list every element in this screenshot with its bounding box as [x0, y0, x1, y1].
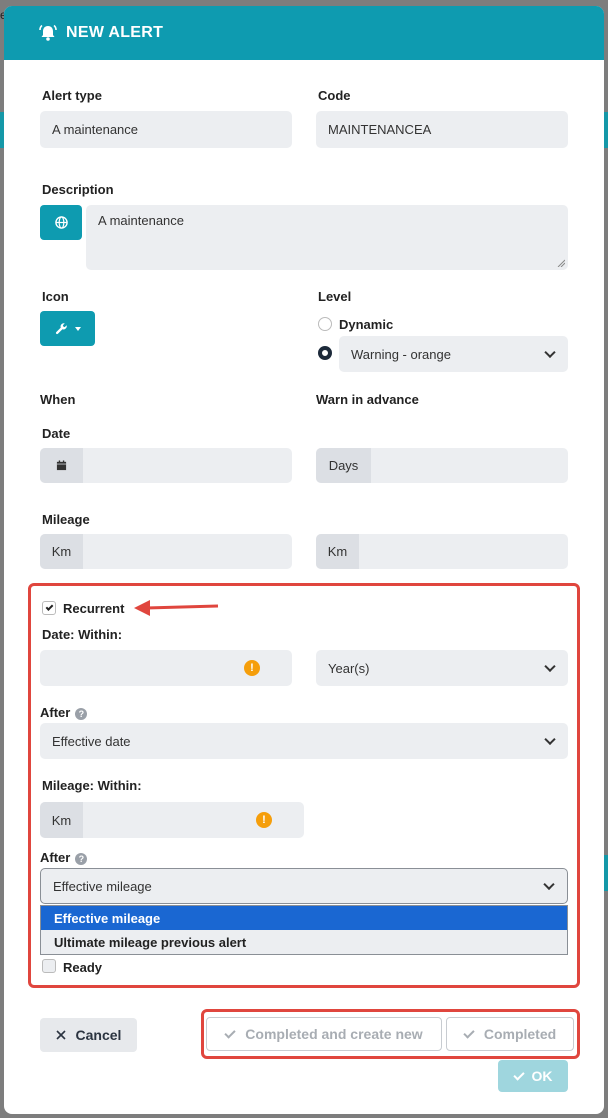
ok-button-label: OK	[531, 1068, 553, 1084]
date-label: Date	[42, 426, 71, 441]
caret-down-icon	[74, 326, 81, 331]
description-value: A maintenance	[98, 213, 185, 228]
chevron-down-icon	[544, 346, 556, 359]
language-button[interactable]	[40, 205, 82, 240]
check-icon	[512, 1068, 525, 1081]
calendar-icon	[56, 460, 67, 471]
dropdown-option-ultimate-mileage[interactable]: Ultimate mileage previous alert	[41, 930, 567, 954]
calendar-addon[interactable]	[40, 448, 83, 483]
level-select-value: Warning - orange	[351, 346, 451, 362]
code-value: MAINTENANCEA	[328, 122, 432, 137]
alert-type-value: A maintenance	[52, 122, 139, 137]
ready-label: Ready	[63, 960, 103, 975]
km-addon-right: Km	[316, 534, 359, 569]
check-icon	[224, 1026, 236, 1039]
code-input[interactable]: MAINTENANCEA	[316, 111, 568, 148]
chevron-down-icon	[544, 660, 556, 673]
cancel-button-label: Cancel	[75, 1027, 122, 1043]
close-icon	[55, 1030, 66, 1040]
completed-and-create-new-label: Completed and create new	[245, 1026, 423, 1042]
after-date-value: Effective date	[52, 733, 131, 749]
mileage-within-input[interactable]: Km !	[40, 802, 304, 838]
after-mileage-value: Effective mileage	[53, 878, 152, 894]
description-textarea[interactable]: A maintenance	[86, 205, 568, 270]
icon-picker-button[interactable]	[40, 311, 95, 346]
globe-icon	[54, 216, 68, 229]
warn-in-advance-label: Warn in advance	[316, 392, 419, 407]
bell-icon	[39, 24, 57, 41]
level-label: Level	[318, 289, 352, 304]
description-label: Description	[42, 182, 114, 197]
modal-title: NEW ALERT	[66, 24, 164, 41]
resize-handle-icon[interactable]	[557, 259, 565, 267]
check-icon	[45, 603, 53, 611]
code-label: Code	[318, 88, 351, 103]
warning-icon: !	[256, 812, 272, 828]
recurrent-label: Recurrent	[63, 601, 125, 616]
chevron-down-icon	[543, 878, 555, 891]
cancel-button[interactable]: Cancel	[40, 1018, 137, 1052]
days-addon: Days	[316, 448, 371, 483]
recurrent-checkbox[interactable]	[42, 601, 56, 615]
mileage-in-advance-input[interactable]: Km	[316, 534, 568, 569]
after-date-select[interactable]: Effective date	[40, 723, 568, 759]
when-label: When	[40, 392, 76, 407]
date-within-input[interactable]: !	[40, 650, 292, 686]
level-select[interactable]: Warning - orange	[339, 336, 568, 372]
help-icon[interactable]: ?	[75, 852, 88, 865]
level-dynamic-radio[interactable]	[318, 317, 332, 331]
km-addon: Km	[40, 534, 83, 569]
level-dynamic-label: Dynamic	[339, 317, 394, 332]
mileage-label: Mileage	[42, 512, 90, 527]
days-in-advance-input[interactable]: Days	[316, 448, 568, 483]
background-strip-right	[604, 112, 608, 148]
ready-checkbox[interactable]	[42, 959, 56, 973]
mileage-input[interactable]: Km	[40, 534, 292, 569]
new-alert-modal: NEW ALERT Alert type A maintenance Code …	[4, 6, 604, 1114]
completed-and-create-new-button[interactable]: Completed and create new	[206, 1017, 442, 1051]
mileage-km-addon: Km	[40, 802, 83, 838]
level-fixed-radio[interactable]	[318, 346, 332, 360]
chevron-down-icon	[544, 733, 556, 746]
date-unit-value: Year(s)	[328, 660, 370, 676]
after-label-date: After?	[40, 705, 88, 720]
warning-icon: !	[244, 660, 260, 676]
completed-button[interactable]: Completed	[446, 1017, 574, 1051]
help-icon[interactable]: ?	[75, 707, 88, 720]
check-icon	[463, 1026, 475, 1039]
alert-type-input[interactable]: A maintenance	[40, 111, 292, 148]
alert-type-label: Alert type	[42, 88, 102, 103]
date-input[interactable]	[40, 448, 292, 483]
date-unit-select[interactable]: Year(s)	[316, 650, 568, 686]
after-label-mileage: After?	[40, 850, 88, 865]
icon-label: Icon	[42, 289, 69, 304]
red-arrow-icon	[134, 600, 219, 616]
ok-button[interactable]: OK	[498, 1060, 568, 1092]
background-strip-right-2	[604, 855, 608, 891]
mileage-within-label: Mileage: Within:	[42, 778, 142, 793]
date-within-label: Date: Within:	[42, 627, 123, 642]
after-mileage-dropdown: Effective mileage Ultimate mileage previ…	[40, 905, 568, 955]
completed-button-label: Completed	[483, 1026, 557, 1042]
wrench-icon	[55, 323, 67, 335]
dropdown-option-effective-mileage[interactable]: Effective mileage	[41, 906, 567, 930]
modal-header: NEW ALERT	[4, 6, 604, 60]
after-mileage-select[interactable]: Effective mileage	[40, 868, 568, 904]
